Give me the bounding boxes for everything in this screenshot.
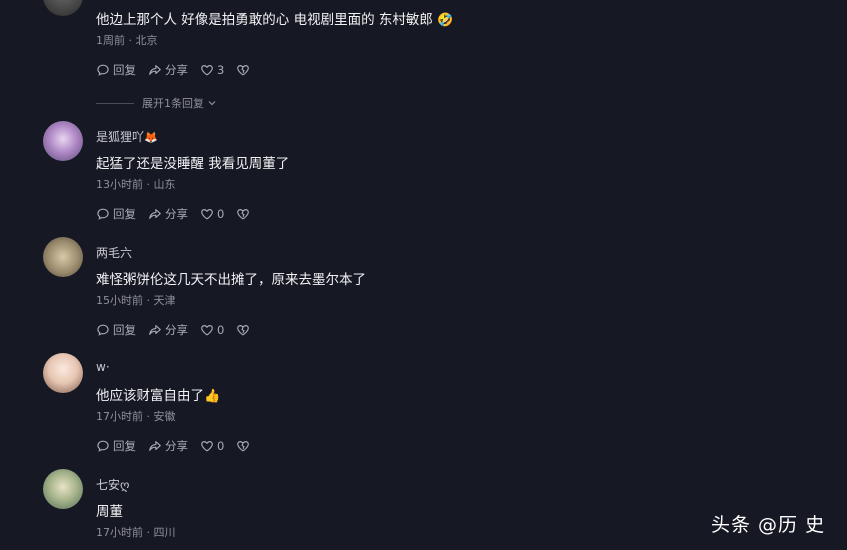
avatar[interactable]	[43, 0, 83, 16]
comment-location: 天津	[153, 294, 176, 307]
share-arrow-icon	[149, 441, 161, 451]
comment-text: 他应该财富自由了👍	[96, 388, 221, 404]
dislike-button[interactable]	[236, 207, 253, 221]
like-button[interactable]: 0	[200, 207, 224, 221]
comment-author[interactable]: w·	[96, 360, 110, 374]
comment-bubble-icon	[97, 324, 109, 336]
comment-time: 15小时前	[96, 294, 143, 307]
heart-icon	[201, 441, 213, 452]
comment-location: 北京	[135, 34, 158, 47]
comment-text: 他边上那个人 好像是拍勇敢的心 电视剧里面的 东村敏郎 🤣	[96, 12, 454, 28]
comment-meta: 13小时前 · 山东	[96, 178, 176, 191]
comment-time: 13小时前	[96, 178, 143, 191]
comment-bubble-icon	[97, 64, 109, 76]
comment-text: 难怪粥饼伦这几天不出摊了，原来去墨尔本了	[96, 272, 366, 288]
comment-meta: 17小时前 · 安徽	[96, 410, 176, 423]
like-button[interactable]: 3	[200, 63, 224, 77]
avatar[interactable]	[43, 353, 83, 393]
comment-author[interactable]: 两毛六	[96, 244, 132, 261]
reply-button[interactable]: 回复	[96, 322, 136, 338]
comment-location: 山东	[153, 178, 176, 191]
comment-time: 1周前	[96, 34, 125, 47]
chevron-down-icon	[208, 101, 216, 106]
comment-author[interactable]: 是狐狸吖🦊	[96, 128, 158, 145]
heart-icon	[201, 325, 213, 336]
broken-heart-icon	[237, 441, 250, 452]
dislike-button[interactable]	[236, 323, 253, 337]
share-button[interactable]: 分享	[148, 62, 188, 78]
divider-line	[96, 102, 134, 104]
comment-meta: 15小时前 · 天津	[96, 294, 176, 307]
like-count: 0	[217, 323, 225, 337]
avatar[interactable]	[43, 121, 83, 161]
share-button[interactable]: 分享	[148, 322, 188, 338]
avatar[interactable]	[43, 237, 83, 277]
broken-heart-icon	[237, 209, 250, 220]
share-arrow-icon	[149, 325, 161, 335]
comment-meta: 1周前 · 北京	[96, 34, 158, 47]
comment-location: 安徽	[153, 410, 176, 423]
comment-actions: 回复 分享 3	[96, 62, 253, 78]
share-button[interactable]: 分享	[148, 438, 188, 454]
fox-emoji-icon: 🦊	[144, 131, 158, 144]
share-arrow-icon	[149, 65, 161, 75]
broken-heart-icon	[237, 65, 250, 76]
comment-meta: 17小时前 · 四川	[96, 526, 176, 539]
heart-icon	[201, 209, 213, 220]
like-button[interactable]: 0	[200, 439, 224, 453]
heart-icon	[201, 65, 213, 76]
like-count: 3	[217, 63, 225, 77]
rofl-emoji-icon: 🤣	[437, 12, 454, 28]
expand-replies-button[interactable]: 展开1条回复	[96, 95, 217, 111]
avatar[interactable]	[43, 469, 83, 509]
thumbs-up-emoji-icon: 👍	[204, 388, 221, 404]
comment-bubble-icon	[97, 440, 109, 452]
like-button[interactable]: 0	[200, 323, 224, 337]
reply-button[interactable]: 回复	[96, 206, 136, 222]
comment-author[interactable]: 七安ღ	[96, 476, 129, 493]
comment-time: 17小时前	[96, 526, 143, 539]
dislike-button[interactable]	[236, 439, 253, 453]
broken-heart-icon	[237, 325, 250, 336]
share-button[interactable]: 分享	[148, 206, 188, 222]
comment-bubble-icon	[97, 208, 109, 220]
reply-button[interactable]: 回复	[96, 438, 136, 454]
comment-actions: 回复 分享 0	[96, 322, 253, 338]
comment-text: 起猛了还是没睡醒 我看见周董了	[96, 156, 290, 172]
comment-location: 四川	[153, 526, 176, 539]
dislike-button[interactable]	[236, 63, 253, 77]
like-count: 0	[217, 439, 225, 453]
comment-actions: 回复 分享 0	[96, 438, 253, 454]
like-count: 0	[217, 207, 225, 221]
comment-text: 周董	[96, 504, 123, 520]
watermark: 头条 @历 史	[711, 514, 826, 536]
comment-actions: 回复 分享 0	[96, 206, 253, 222]
share-arrow-icon	[149, 209, 161, 219]
reply-button[interactable]: 回复	[96, 62, 136, 78]
comment-time: 17小时前	[96, 410, 143, 423]
